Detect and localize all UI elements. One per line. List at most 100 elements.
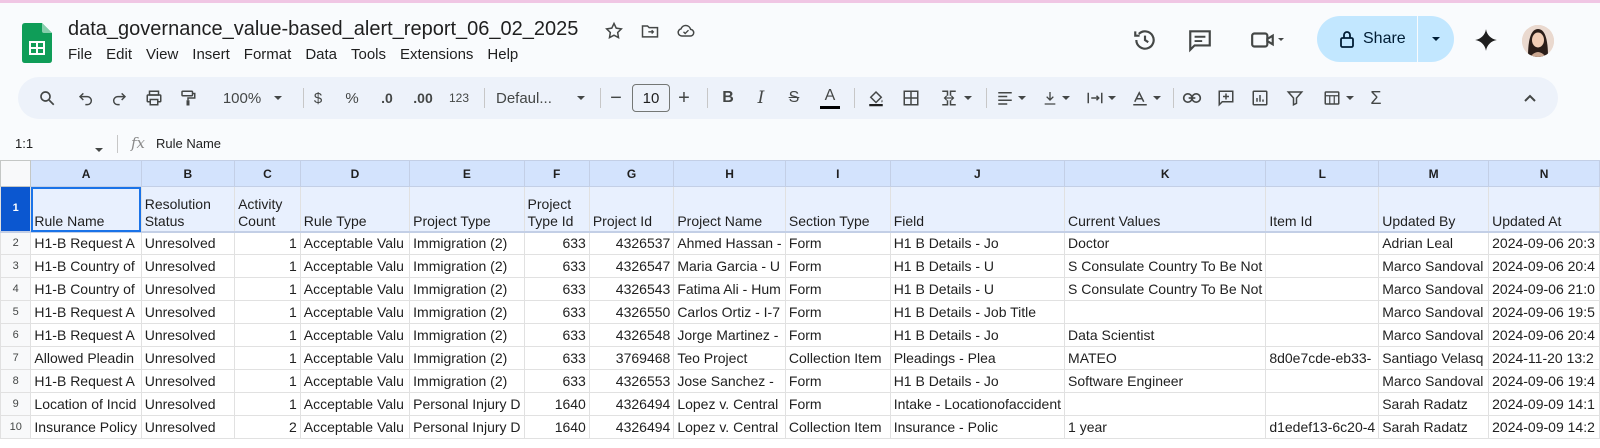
cell[interactable]: Form (784, 369, 891, 393)
name-box[interactable]: 1:1 (15, 136, 33, 151)
column-header-i[interactable]: I (784, 160, 891, 187)
menu-view[interactable]: View (139, 46, 185, 63)
cell[interactable]: Form (784, 277, 891, 301)
column-header-h[interactable]: H (673, 160, 786, 187)
cell[interactable]: Sarah Radatz (1378, 392, 1490, 416)
cell[interactable]: 1640 (523, 415, 590, 439)
cell[interactable]: d1edef13-6c20-4 (1265, 415, 1380, 439)
cell[interactable]: Unresolved (140, 346, 236, 370)
header-cell[interactable]: Rule Name (30, 186, 142, 232)
cell[interactable]: 1 year (1064, 415, 1267, 439)
decrease-font-size-button[interactable]: − (606, 77, 626, 119)
insert-comment-icon[interactable] (1214, 77, 1238, 119)
cell[interactable]: Adrian Leal (1378, 231, 1490, 255)
cell[interactable]: Acceptable Valu (299, 323, 411, 347)
cell[interactable]: Marco Sandoval (1378, 254, 1490, 278)
column-header-f[interactable]: F (523, 160, 590, 187)
text-color-button[interactable]: A (818, 77, 842, 119)
star-icon[interactable] (603, 20, 625, 42)
cell[interactable]: 633 (523, 254, 590, 278)
header-cell[interactable]: Rule Type (299, 186, 411, 232)
cell[interactable]: Collection Item (784, 415, 891, 439)
print-icon[interactable] (141, 77, 167, 119)
cell[interactable]: 2024-09-06 21:0 (1488, 277, 1600, 301)
gemini-sparkle-icon[interactable] (1466, 20, 1506, 60)
cell[interactable]: Software Engineer (1064, 369, 1267, 393)
cell[interactable]: Intake - Locationofaccident (889, 392, 1066, 416)
share-dropdown-icon[interactable] (1418, 34, 1454, 44)
column-header-k[interactable]: K (1064, 160, 1267, 187)
insert-chart-icon[interactable] (1248, 77, 1272, 119)
row-header[interactable]: 8 (0, 369, 32, 393)
column-header-e[interactable]: E (409, 160, 525, 187)
column-header-g[interactable]: G (588, 160, 675, 187)
cell[interactable]: H1-B Request A (30, 231, 142, 255)
cell[interactable]: Acceptable Valu (299, 231, 411, 255)
header-cell[interactable]: Item Id (1265, 186, 1380, 232)
cell[interactable]: Acceptable Valu (299, 392, 411, 416)
font-size-input[interactable]: 10 (632, 84, 670, 112)
cell[interactable]: H1 B Details - Job Title (889, 300, 1066, 324)
cell[interactable]: Form (784, 392, 891, 416)
cell[interactable]: 4326537 (588, 231, 675, 255)
header-cell[interactable]: Updated By (1378, 186, 1490, 232)
column-header-l[interactable]: L (1265, 160, 1380, 187)
cell[interactable]: Jorge Martinez - (673, 323, 786, 347)
vertical-align-icon[interactable] (1036, 77, 1076, 119)
header-cell[interactable]: Field (889, 186, 1066, 232)
version-history-icon[interactable] (1125, 20, 1165, 60)
undo-icon[interactable] (73, 77, 99, 119)
row-header[interactable]: 2 (0, 231, 32, 255)
document-title[interactable]: data_governance_value-based_alert_report… (68, 18, 578, 41)
cell[interactable] (1265, 254, 1380, 278)
cell[interactable] (1265, 323, 1380, 347)
cell[interactable]: Unresolved (140, 369, 236, 393)
cell[interactable]: Jose Sanchez - (673, 369, 786, 393)
redo-icon[interactable] (106, 77, 132, 119)
cell[interactable]: 2024-09-06 19:5 (1488, 300, 1600, 324)
cell[interactable]: 3769468 (588, 346, 675, 370)
row-header[interactable]: 3 (0, 254, 32, 278)
header-cell[interactable]: Project Name (673, 186, 786, 232)
cell[interactable]: Acceptable Valu (299, 369, 411, 393)
cell[interactable]: Immigration (2) (409, 346, 525, 370)
cell[interactable]: 633 (523, 346, 590, 370)
cell[interactable]: Maria Garcia - U (673, 254, 786, 278)
header-cell[interactable]: Project Type (409, 186, 525, 232)
cell[interactable]: Insurance - Polic (889, 415, 1066, 439)
cell[interactable]: H1-B Request A (30, 369, 142, 393)
row-header[interactable]: 5 (0, 300, 32, 324)
bold-button[interactable]: B (718, 77, 738, 119)
header-cell[interactable]: Current Values (1064, 186, 1267, 232)
cell[interactable]: Personal Injury D (409, 415, 525, 439)
header-cell[interactable]: Section Type (784, 186, 891, 232)
cell[interactable]: Lopez v. Central (673, 415, 786, 439)
cell[interactable]: Unresolved (140, 231, 236, 255)
search-menus-icon[interactable] (34, 77, 60, 119)
cell[interactable] (1265, 231, 1380, 255)
cell[interactable]: Sarah Radatz (1378, 415, 1490, 439)
row-header[interactable]: 9 (0, 392, 32, 416)
cell[interactable]: Marco Sandoval (1378, 277, 1490, 301)
cell[interactable]: Carlos Ortiz - I-7 (673, 300, 786, 324)
increase-decimal-button[interactable]: .00 (408, 77, 438, 119)
cell[interactable]: Data Scientist (1064, 323, 1267, 347)
cell[interactable]: Fatima Ali - Hum (673, 277, 786, 301)
cell[interactable]: H1 B Details - Jo (889, 231, 1066, 255)
column-header-c[interactable]: C (234, 160, 301, 187)
row-header[interactable]: 1 (0, 186, 32, 232)
header-cell[interactable]: Resolution Status (140, 186, 236, 232)
decrease-decimal-button[interactable]: .0 (374, 77, 400, 119)
italic-button[interactable]: I (751, 77, 771, 119)
cell[interactable]: Pleadings - Plea (889, 346, 1066, 370)
text-rotation-icon[interactable] (1126, 77, 1166, 119)
column-header-m[interactable]: M (1378, 160, 1490, 187)
cell[interactable]: 8d0e7cde-eb33- (1265, 346, 1380, 370)
merge-cells-icon[interactable] (934, 77, 978, 119)
cell[interactable] (1265, 369, 1380, 393)
cell[interactable]: Unresolved (140, 254, 236, 278)
cell[interactable]: S Consulate Country To Be Not (1064, 254, 1267, 278)
cell[interactable]: 4326547 (588, 254, 675, 278)
column-header-j[interactable]: J (889, 160, 1066, 187)
text-wrapping-icon[interactable] (1081, 77, 1121, 119)
